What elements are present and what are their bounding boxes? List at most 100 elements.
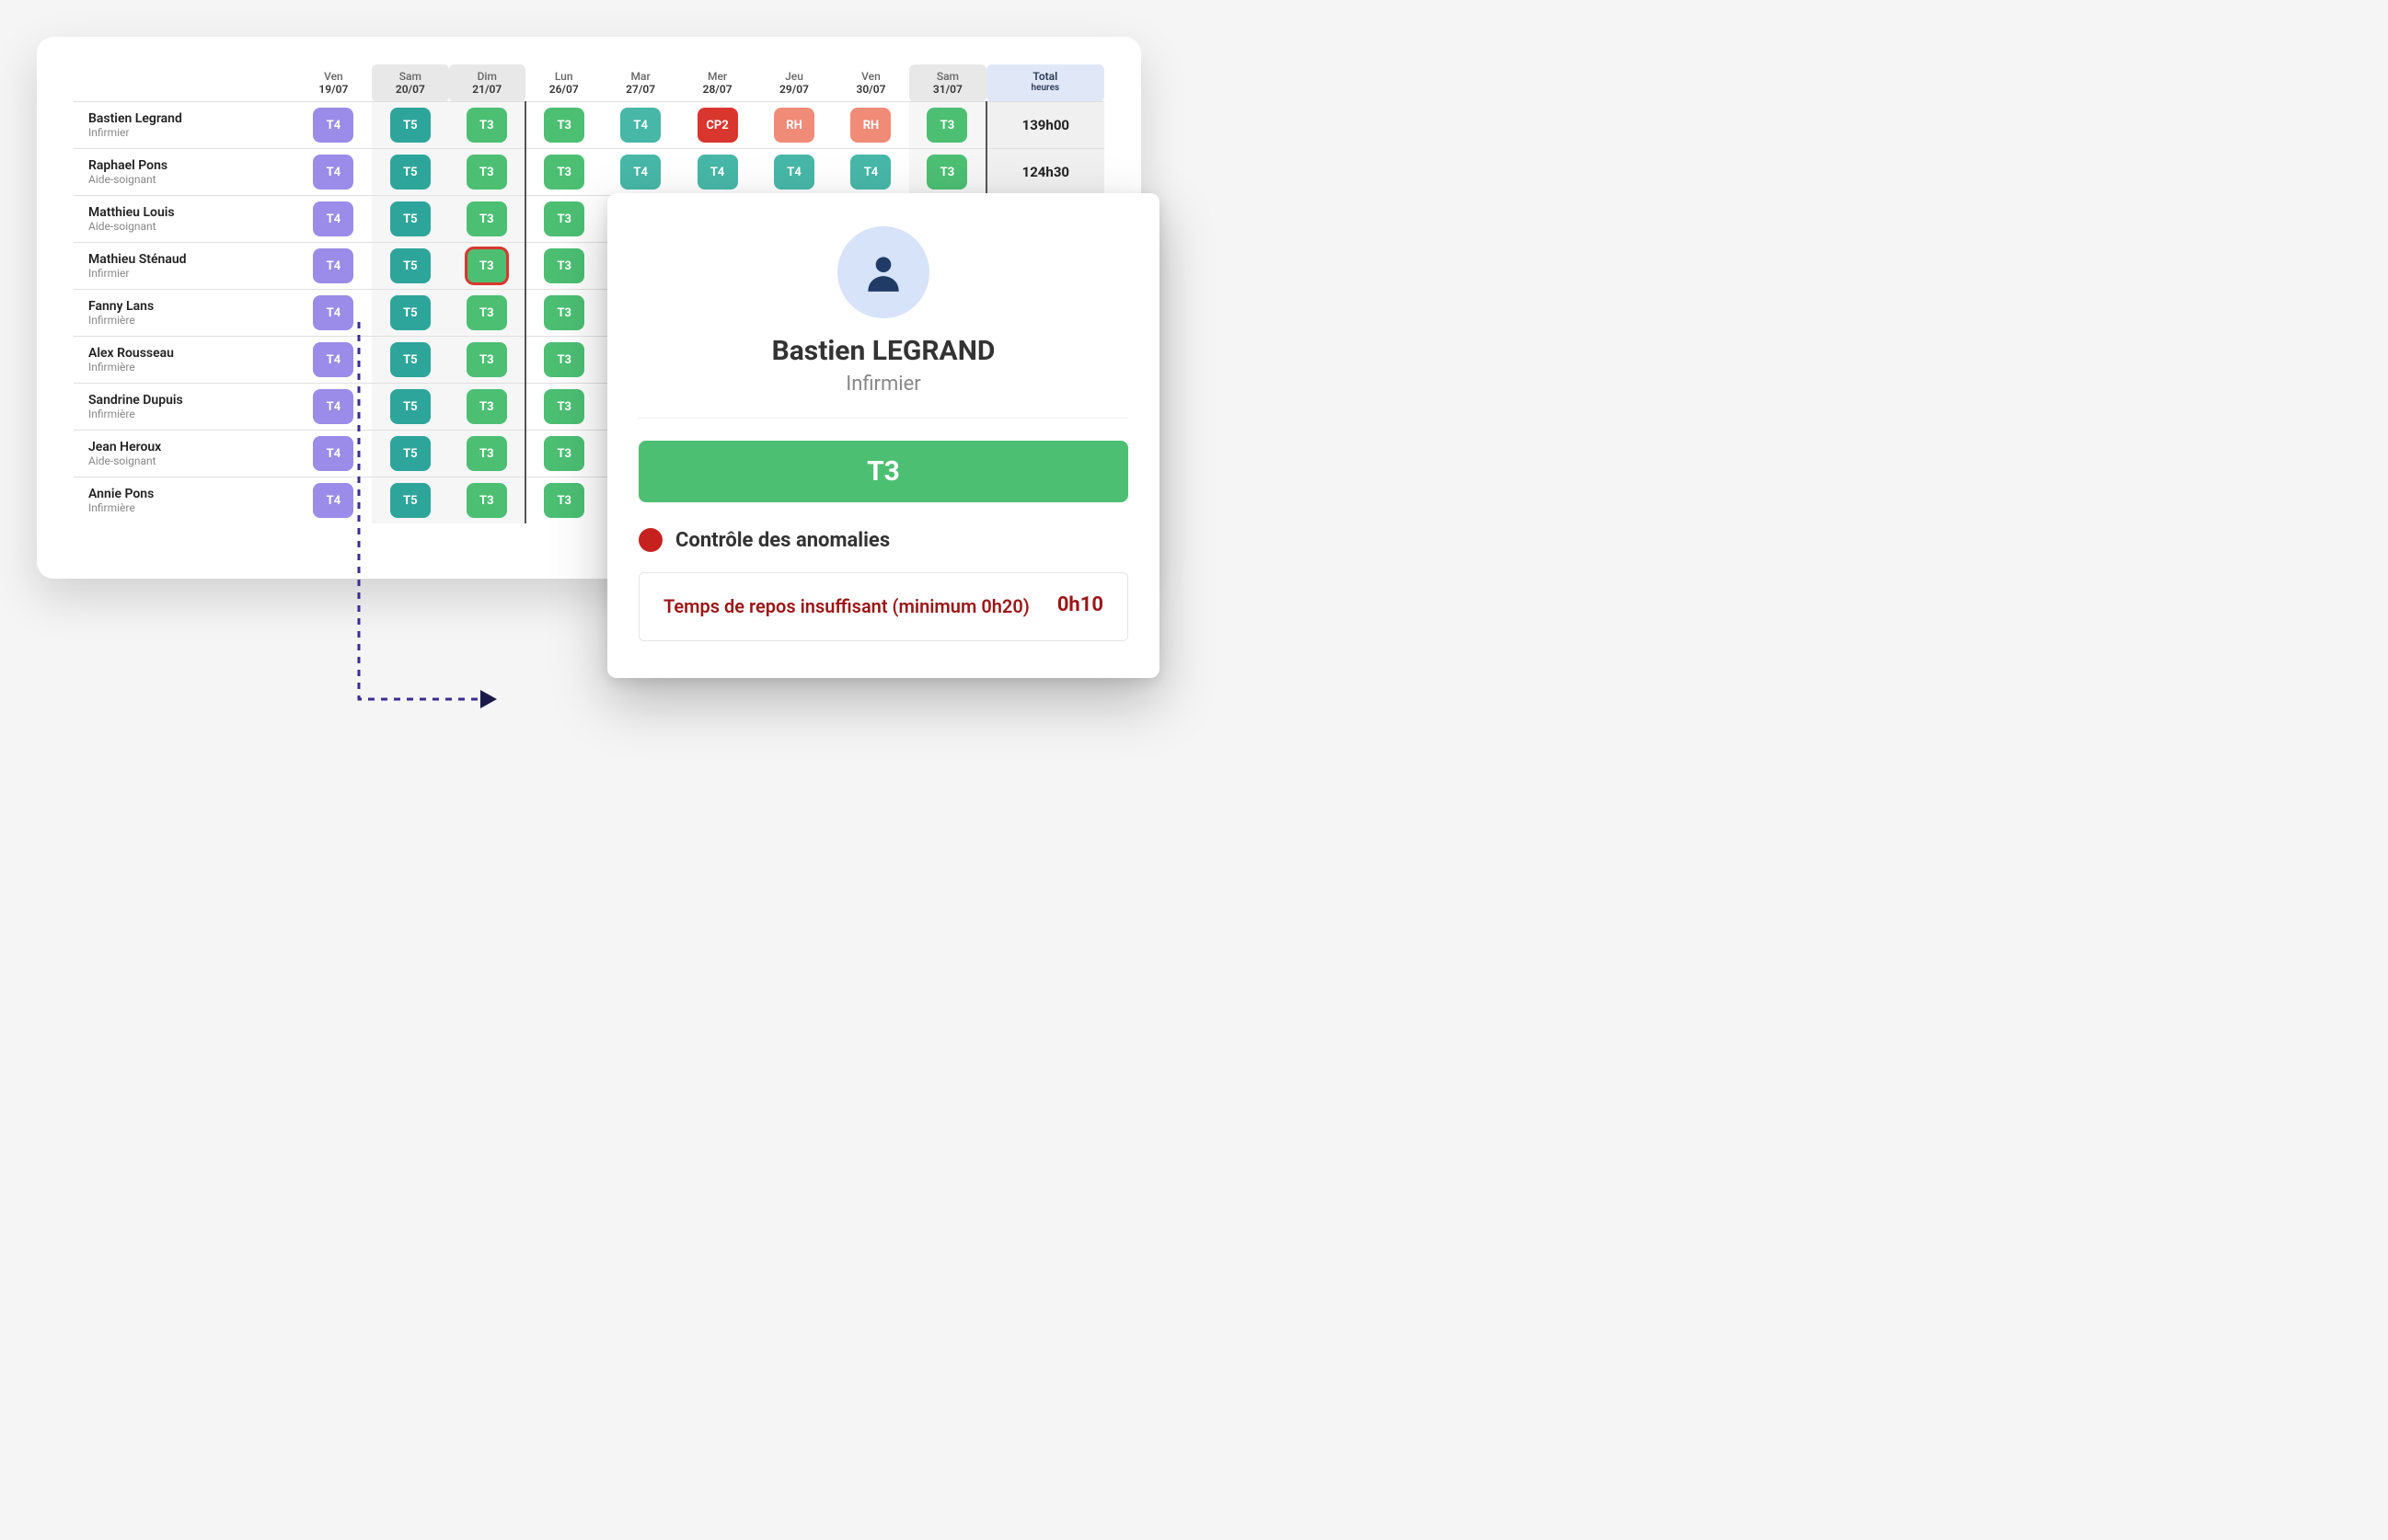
shift-badge[interactable]: T3 <box>467 155 507 190</box>
employee-cell[interactable]: Fanny LansInfirmière <box>74 290 295 337</box>
shift-cell[interactable]: T5 <box>372 384 448 431</box>
detail-shift-badge[interactable]: T3 <box>639 441 1128 502</box>
header-day[interactable]: Sam20/07 <box>372 64 448 102</box>
shift-badge[interactable]: T3 <box>544 155 584 190</box>
shift-badge[interactable]: T4 <box>313 248 353 283</box>
shift-cell[interactable]: T4 <box>295 243 372 290</box>
header-day[interactable]: Ven30/07 <box>833 64 909 102</box>
shift-cell[interactable]: T3 <box>525 384 602 431</box>
employee-cell[interactable]: Matthieu LouisAide-soignant <box>74 196 295 243</box>
shift-cell[interactable]: T4 <box>295 149 372 196</box>
shift-badge[interactable]: T3 <box>467 342 507 377</box>
shift-cell[interactable]: T4 <box>295 337 372 384</box>
shift-cell[interactable]: T3 <box>525 337 602 384</box>
header-day[interactable]: Mer28/07 <box>679 64 756 102</box>
shift-cell[interactable]: T3 <box>449 384 525 431</box>
shift-cell[interactable]: RH <box>756 102 832 149</box>
shift-badge[interactable]: T4 <box>774 155 814 190</box>
shift-cell[interactable]: T3 <box>449 477 525 524</box>
employee-cell[interactable]: Sandrine DupuisInfirmière <box>74 384 295 431</box>
shift-cell[interactable]: T3 <box>449 290 525 337</box>
shift-cell[interactable]: T4 <box>295 102 372 149</box>
shift-cell[interactable]: T5 <box>372 477 448 524</box>
shift-badge[interactable]: T5 <box>390 155 431 190</box>
shift-badge[interactable]: T5 <box>390 389 431 424</box>
shift-badge[interactable]: T3 <box>544 295 584 330</box>
shift-badge[interactable]: T4 <box>313 436 353 471</box>
shift-cell[interactable]: T4 <box>602 102 678 149</box>
shift-badge[interactable]: T5 <box>390 483 431 518</box>
shift-cell[interactable]: T4 <box>679 149 756 196</box>
shift-cell[interactable]: T4 <box>295 290 372 337</box>
shift-cell[interactable]: T5 <box>372 431 448 477</box>
shift-badge[interactable]: T3 <box>927 155 967 190</box>
employee-cell[interactable]: Bastien LegrandInfirmier <box>74 102 295 149</box>
shift-badge[interactable]: T5 <box>390 108 431 143</box>
header-day[interactable]: Mar27/07 <box>602 64 678 102</box>
shift-cell[interactable]: T3 <box>525 477 602 524</box>
header-day[interactable]: Lun26/07 <box>525 64 602 102</box>
employee-cell[interactable]: Mathieu SténaudInfirmier <box>74 243 295 290</box>
shift-badge[interactable]: T4 <box>698 155 738 190</box>
shift-badge[interactable]: T4 <box>313 155 353 190</box>
employee-cell[interactable]: Raphael PonsAide-soignant <box>74 149 295 196</box>
shift-badge[interactable]: T5 <box>390 342 431 377</box>
shift-badge[interactable]: T5 <box>390 295 431 330</box>
shift-badge[interactable]: T4 <box>313 389 353 424</box>
shift-badge[interactable]: T4 <box>620 155 661 190</box>
shift-badge[interactable]: T4 <box>313 108 353 143</box>
shift-badge[interactable]: T3 <box>467 295 507 330</box>
shift-cell[interactable]: T3 <box>449 196 525 243</box>
shift-cell[interactable]: T3 <box>909 102 986 149</box>
shift-cell[interactable]: T3 <box>449 337 525 384</box>
shift-badge[interactable]: T3 <box>467 436 507 471</box>
shift-cell[interactable]: T5 <box>372 196 448 243</box>
shift-cell[interactable]: T5 <box>372 290 448 337</box>
shift-cell[interactable]: T4 <box>602 149 678 196</box>
employee-cell[interactable]: Alex RousseauInfirmière <box>74 337 295 384</box>
shift-badge[interactable]: T4 <box>313 342 353 377</box>
shift-badge[interactable]: T3 <box>544 248 584 283</box>
shift-badge[interactable]: T4 <box>313 201 353 236</box>
shift-cell[interactable]: T3 <box>449 431 525 477</box>
shift-badge[interactable]: RH <box>774 108 814 143</box>
shift-badge[interactable]: T4 <box>313 295 353 330</box>
shift-cell[interactable]: CP2 <box>679 102 756 149</box>
shift-badge[interactable]: T3 <box>927 108 967 143</box>
shift-badge[interactable]: T3 <box>544 201 584 236</box>
shift-cell[interactable]: T3 <box>525 243 602 290</box>
shift-badge[interactable]: T4 <box>850 155 891 190</box>
shift-cell[interactable]: T5 <box>372 102 448 149</box>
employee-cell[interactable]: Annie PonsInfirmière <box>74 477 295 524</box>
shift-cell[interactable]: T3 <box>525 431 602 477</box>
header-day[interactable]: Sam31/07 <box>909 64 986 102</box>
shift-badge[interactable]: T3 <box>544 108 584 143</box>
shift-cell[interactable]: T4 <box>295 477 372 524</box>
shift-cell[interactable]: T5 <box>372 337 448 384</box>
header-day[interactable]: Dim21/07 <box>449 64 525 102</box>
shift-badge[interactable]: RH <box>850 108 891 143</box>
shift-badge[interactable]: T3 <box>544 436 584 471</box>
shift-cell[interactable]: T4 <box>756 149 832 196</box>
shift-badge[interactable]: T4 <box>620 108 661 143</box>
shift-badge[interactable]: T5 <box>390 248 431 283</box>
shift-cell[interactable]: T3 <box>525 149 602 196</box>
shift-badge[interactable]: T3 <box>544 342 584 377</box>
shift-cell[interactable]: T3 <box>525 290 602 337</box>
shift-cell[interactable]: T5 <box>372 243 448 290</box>
employee-cell[interactable]: Jean HerouxAide-soignant <box>74 431 295 477</box>
shift-badge[interactable]: CP2 <box>698 108 738 143</box>
header-day[interactable]: Jeu29/07 <box>756 64 832 102</box>
shift-cell[interactable]: T4 <box>295 431 372 477</box>
shift-cell[interactable]: T3 <box>449 149 525 196</box>
shift-cell[interactable]: T3 <box>909 149 986 196</box>
shift-cell[interactable]: T3 <box>525 102 602 149</box>
shift-badge[interactable]: T3 <box>467 201 507 236</box>
shift-badge[interactable]: T3 <box>544 389 584 424</box>
shift-badge[interactable]: T3 <box>544 483 584 518</box>
shift-badge[interactable]: T5 <box>390 436 431 471</box>
shift-cell[interactable]: T3 <box>525 196 602 243</box>
header-day[interactable]: Ven19/07 <box>295 64 372 102</box>
shift-cell[interactable]: T5 <box>372 149 448 196</box>
shift-cell[interactable]: T3 <box>449 243 525 290</box>
